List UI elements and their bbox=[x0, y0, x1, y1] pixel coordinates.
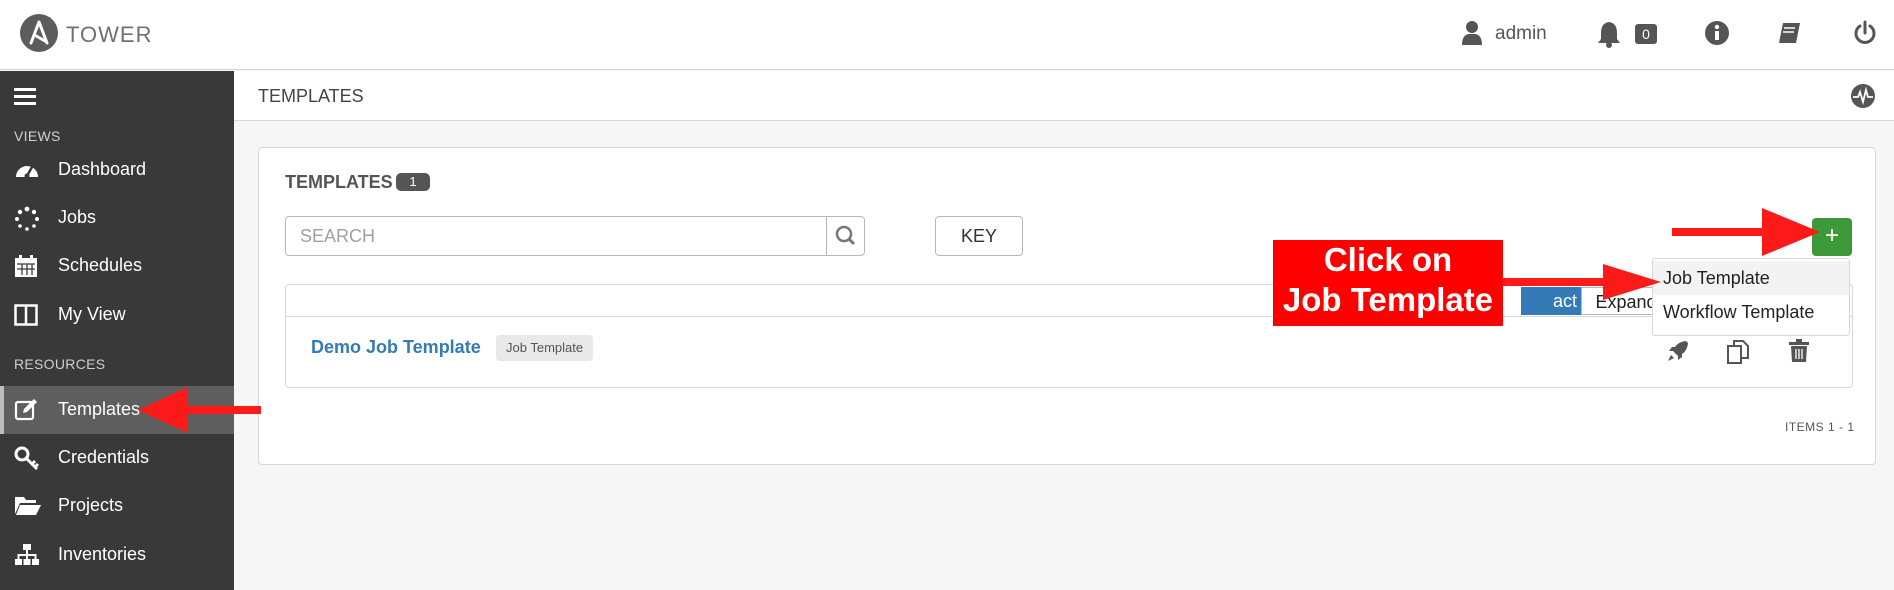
sidebar-item-credentials[interactable]: Credentials bbox=[0, 434, 234, 482]
annotation-line-1: Click on bbox=[1323, 241, 1453, 278]
add-dropdown-menu: Job Template Workflow Template bbox=[1652, 258, 1850, 336]
hamburger-menu-icon[interactable] bbox=[14, 87, 38, 112]
info-icon[interactable] bbox=[1704, 20, 1730, 51]
trash-icon[interactable] bbox=[1788, 339, 1810, 368]
annotation-arrow-to-add bbox=[1672, 208, 1820, 256]
search-icon bbox=[835, 225, 856, 246]
template-type-badge: Job Template bbox=[496, 335, 594, 361]
sitemap-icon bbox=[14, 543, 40, 572]
section-label-resources: RESOURCES bbox=[14, 356, 106, 372]
search-box bbox=[285, 216, 865, 256]
search-input[interactable] bbox=[286, 217, 826, 255]
calendar-icon bbox=[14, 254, 38, 283]
brand-name: TOWER bbox=[66, 22, 153, 47]
bell-icon[interactable] bbox=[1596, 20, 1622, 53]
sidebar-item-label: Inventories bbox=[58, 544, 147, 564]
sidebar-item-label: Projects bbox=[58, 495, 124, 515]
launch-rocket-icon[interactable] bbox=[1666, 339, 1690, 368]
sidebar-item-my-view[interactable]: My View bbox=[0, 291, 234, 339]
panel-title: TEMPLATES bbox=[285, 172, 393, 192]
top-bar: TOWER admin 0 bbox=[0, 0, 1894, 70]
edit-icon bbox=[14, 398, 38, 427]
page-header: TEMPLATES bbox=[234, 71, 1894, 121]
annotation-arrow-to-templates bbox=[138, 387, 261, 433]
columns-icon bbox=[14, 303, 38, 332]
sidebar-item-label: Credentials bbox=[58, 447, 150, 467]
section-label-views: VIEWS bbox=[14, 128, 61, 144]
user-icon[interactable] bbox=[1461, 20, 1483, 51]
menu-item-workflow-template[interactable]: Workflow Template bbox=[1653, 295, 1849, 329]
ansible-logo-icon[interactable] bbox=[20, 14, 58, 52]
logout-power-icon[interactable] bbox=[1852, 20, 1878, 51]
page-title: TEMPLATES bbox=[258, 86, 364, 106]
menu-item-job-template[interactable]: Job Template bbox=[1653, 261, 1849, 295]
template-name-link[interactable]: Demo Job Template bbox=[311, 337, 481, 358]
sidebar-item-label: Schedules bbox=[58, 255, 143, 275]
sidebar-item-dashboard[interactable]: Dashboard bbox=[0, 146, 234, 194]
sidebar-item-label: My View bbox=[58, 304, 126, 324]
sidebar-item-projects[interactable]: Projects bbox=[0, 482, 234, 530]
dashboard-icon bbox=[14, 158, 40, 185]
jobs-spinner-icon bbox=[14, 206, 40, 237]
sidebar-item-inventories[interactable]: Inventories bbox=[0, 531, 234, 579]
sidebar-item-label: Jobs bbox=[58, 207, 97, 227]
activity-stream-icon[interactable] bbox=[1850, 83, 1876, 114]
key-icon bbox=[14, 446, 40, 477]
items-range-label: ITEMS 1 - 1 bbox=[1785, 420, 1855, 434]
annotation-callout: Click on Job Template bbox=[1273, 240, 1503, 326]
key-button[interactable]: KEY bbox=[935, 216, 1023, 256]
templates-count-badge: 1 bbox=[396, 173, 430, 191]
notification-count-badge: 0 bbox=[1635, 24, 1657, 44]
sidebar: VIEWS Dashboard Jobs Schedules My View R… bbox=[0, 71, 234, 590]
sidebar-item-label: Templates bbox=[58, 399, 141, 419]
sidebar-item-schedules[interactable]: Schedules bbox=[0, 242, 234, 290]
annotation-arrow-to-menu bbox=[1503, 264, 1661, 300]
user-name[interactable]: admin bbox=[1495, 23, 1547, 45]
folder-open-icon bbox=[14, 494, 42, 523]
copy-icon[interactable] bbox=[1726, 339, 1750, 370]
documentation-book-icon[interactable] bbox=[1776, 20, 1802, 51]
templates-panel: TEMPLATES 1 KEY + act Expanded Demo Job … bbox=[258, 147, 1876, 465]
annotation-line-2: Job Template bbox=[1282, 281, 1494, 318]
sidebar-item-label: Dashboard bbox=[58, 159, 147, 179]
sidebar-item-jobs[interactable]: Jobs bbox=[0, 194, 234, 242]
search-button[interactable] bbox=[826, 217, 864, 255]
